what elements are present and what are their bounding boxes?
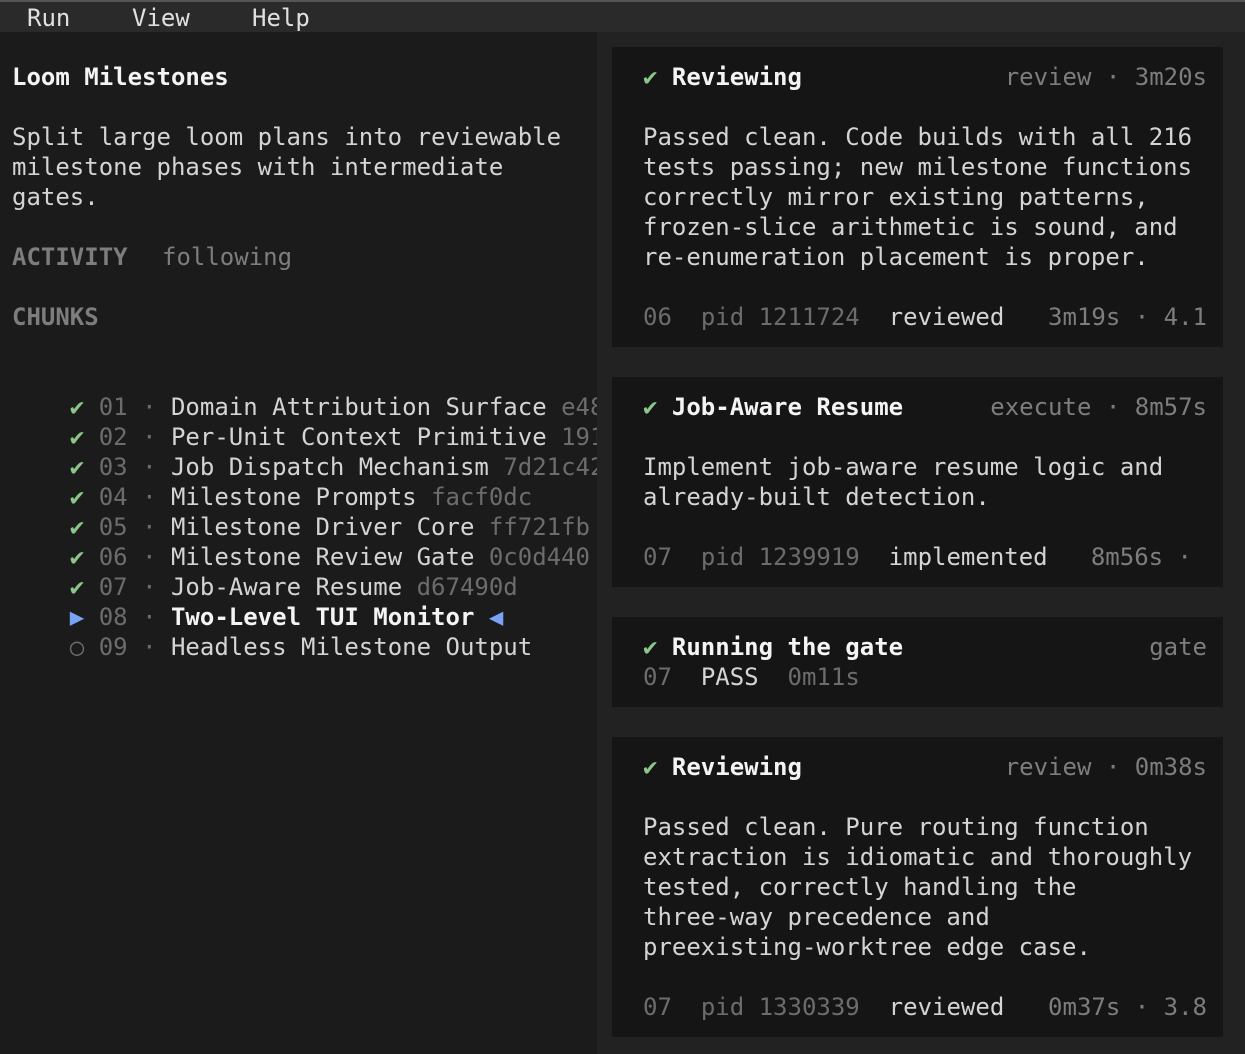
card-footer-pid: pid 1239919 — [700, 543, 860, 571]
card-body-line: re-enumeration placement is proper. — [643, 243, 1149, 271]
card-body-line: preexisting-worktree edge case. — [643, 933, 1091, 961]
chunk-number: 09 — [98, 633, 128, 661]
card-body-line: already-built detection. — [643, 483, 990, 511]
chunk-row[interactable]: ○ 09 · Headless Milestone Output — [12, 602, 532, 692]
card-footer-meta: 0m37s · 3.8 — [1048, 993, 1207, 1021]
page-title: Loom Milestones — [12, 63, 229, 91]
chunk-name: Headless Milestone Output — [170, 633, 533, 661]
card-title: Reviewing — [671, 753, 802, 781]
card-header: ✔ Running the gate — [643, 632, 1207, 662]
card-footer-pid: pid 1330339 — [700, 993, 860, 1021]
separator-dot: · — [142, 633, 157, 661]
card-footer-status: implemented — [888, 543, 1048, 571]
activity-label: ACTIVITY — [12, 243, 128, 271]
menu-run[interactable]: Run — [27, 3, 70, 33]
card-tag: execute · 8m57s — [990, 393, 1207, 421]
card-body-line: extraction is idiomatic and thoroughly — [643, 843, 1193, 871]
card-body-line: frozen-slice arithmetic is sound, and — [643, 213, 1178, 241]
sidebar-panel: Loom Milestones Split large loom plans i… — [0, 32, 619, 1054]
card-tag: review · 0m38s — [1004, 753, 1207, 781]
card-footer-meta: 0m11s — [787, 663, 860, 691]
card-footer-num: 07 — [643, 663, 672, 691]
card-body-line: Implement job-aware resume logic and — [643, 453, 1164, 481]
card-footer-status: reviewed — [888, 303, 1005, 331]
pending-circle-icon: ○ — [69, 633, 85, 661]
card-footer-num: 06 — [643, 303, 672, 331]
activity-card[interactable]: ✔ Job-Aware Resume execute · 8m57s Imple… — [612, 377, 1223, 587]
activity-panel[interactable]: ✔ Reviewing review · 3m20s Passed clean.… — [597, 32, 1245, 1054]
description-line: Split large loom plans into reviewable — [12, 123, 562, 151]
checkmark-icon: ✔ — [643, 633, 658, 661]
activity-card[interactable]: ✔ Reviewing review · 0m38s Passed clean.… — [612, 737, 1223, 1037]
card-footer-meta: 3m19s · 4.1 — [1048, 303, 1207, 331]
card-footer-pid: pid 1211724 — [700, 303, 860, 331]
checkmark-icon: ✔ — [643, 753, 658, 781]
checkmark-icon: ✔ — [643, 63, 658, 91]
gate-card[interactable]: ✔ Running the gate gate 07 PASS 0m11s — [612, 617, 1223, 707]
card-footer-num: 07 — [643, 993, 672, 1021]
card-tag: review · 3m20s — [1004, 63, 1207, 91]
card-tag: gate — [1149, 633, 1207, 661]
activity-value[interactable]: following — [162, 242, 292, 272]
card-body-line: three-way precedence and — [643, 903, 990, 931]
chunks-label: CHUNKS — [12, 303, 99, 331]
checkmark-icon: ✔ — [643, 393, 658, 421]
description-line: milestone phases with intermediate — [12, 153, 504, 181]
description-line: gates. — [12, 183, 99, 211]
gate-result: PASS — [700, 663, 759, 691]
card-title: Running the gate — [671, 633, 904, 661]
card-body-line: tests passing; new milestone functions — [643, 153, 1193, 181]
card-body-line: Passed clean. Pure routing function — [643, 813, 1149, 841]
card-body-line: correctly mirror existing patterns, — [643, 183, 1149, 211]
card-footer-meta: 8m56s · — [1090, 543, 1192, 571]
menu-bar: Run View Help — [0, 0, 1245, 32]
card-body-line: Passed clean. Code builds with all 216 — [643, 123, 1193, 151]
card-body-line: tested, correctly handling the — [643, 873, 1077, 901]
card-footer-status: reviewed — [888, 993, 1005, 1021]
card-footer: 07 PASS 0m11s — [643, 662, 1207, 692]
activity-card[interactable]: ✔ Reviewing review · 3m20s Passed clean.… — [612, 47, 1223, 347]
card-footer-num: 07 — [643, 543, 672, 571]
card-title: Job-Aware Resume — [671, 393, 904, 421]
menu-view[interactable]: View — [132, 3, 190, 33]
menu-help[interactable]: Help — [252, 3, 310, 33]
card-title: Reviewing — [671, 63, 802, 91]
